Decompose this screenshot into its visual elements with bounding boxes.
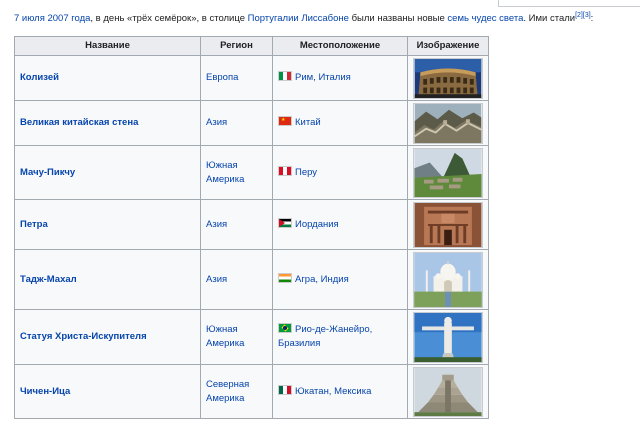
region-cell: Азия: [200, 249, 273, 310]
table-header-row: Название Регион Местоположение Изображен…: [14, 36, 489, 56]
great-wall-image[interactable]: [413, 102, 483, 144]
brazil-flag-icon: [278, 323, 292, 333]
lisbon-link[interactable]: Лиссабоне: [301, 13, 349, 24]
table-row: Мачу-Пикчу Южная Америка Перу: [14, 145, 489, 200]
table-row: Чичен-Ица Северная Америка Юкатан, Мекси…: [14, 364, 489, 419]
region-link[interactable]: Азия: [206, 274, 227, 285]
wonder-name-link[interactable]: Статуя Христа-Искупителя: [20, 331, 147, 342]
location-cell: Агра, Индия: [272, 249, 408, 310]
location-cell: Перу: [272, 145, 408, 200]
reference-link-2[interactable]: [2]: [575, 12, 583, 19]
location-link[interactable]: Иордания: [295, 219, 339, 230]
mexico-flag-icon: [278, 384, 292, 395]
wonder-name-cell: Статуя Христа-Искупителя: [14, 309, 201, 365]
location-link[interactable]: Перу: [295, 167, 317, 178]
wonder-name-link[interactable]: Великая китайская стена: [20, 117, 138, 128]
location-link[interactable]: Рим, Италия: [295, 72, 351, 83]
china-flag-icon: ★: [278, 116, 292, 126]
region-link[interactable]: Южная Америка: [206, 324, 244, 349]
image-cell: [407, 364, 489, 419]
location-cell: ★ Китай: [272, 100, 408, 146]
location-cell: Юкатан, Мексика: [272, 364, 408, 419]
location-link[interactable]: Агра, Индия: [295, 274, 349, 285]
italy-flag-icon: [278, 71, 292, 81]
region-link[interactable]: Азия: [206, 117, 227, 128]
location-link[interactable]: Рио-де-Жанейро, Бразилия: [278, 324, 372, 349]
portugal-link[interactable]: Португалии: [248, 13, 299, 24]
header-location: Местоположение: [272, 36, 408, 56]
header-region: Регион: [200, 36, 273, 56]
intro-text-2: были названы новые: [348, 13, 448, 24]
wonder-name-link[interactable]: Чичен-Ица: [20, 386, 70, 397]
location-cell: Рио-де-Жанейро, Бразилия: [272, 309, 408, 365]
region-cell: Азия: [200, 100, 273, 146]
wonder-name-cell: Колизей: [14, 55, 201, 101]
image-cell: [407, 309, 489, 365]
table-row: Тадж-Махал Азия Агра, Индия: [14, 249, 489, 310]
box-edge-horizontal: [498, 6, 640, 7]
image-cell: [407, 145, 489, 200]
colosseum-image[interactable]: [413, 57, 483, 99]
intro-text-3: . Ими стали: [523, 13, 576, 24]
location-cell: Иордания: [272, 199, 408, 250]
wonder-name-cell: Великая китайская стена: [14, 100, 201, 146]
wonder-name-cell: Тадж-Махал: [14, 249, 201, 310]
table-row: Великая китайская стена Азия ★ Китай: [14, 100, 489, 146]
intro-text-4: :: [590, 13, 594, 24]
wonders-table: Название Регион Местоположение Изображен…: [14, 36, 489, 419]
intro-paragraph: 7 июля 2007 года, в день «трёх семёрок»,…: [14, 12, 634, 26]
machu-picchu-image[interactable]: [413, 147, 483, 198]
location-link[interactable]: Юкатан, Мексика: [295, 386, 371, 397]
date-link[interactable]: 7 июля 2007 года: [14, 13, 90, 24]
region-link[interactable]: Северная Америка: [206, 379, 249, 404]
region-cell: Азия: [200, 199, 273, 250]
wonder-name-link[interactable]: Петра: [20, 219, 48, 230]
india-flag-icon: [278, 272, 292, 283]
region-cell: Северная Америка: [200, 364, 273, 419]
wonder-name-link[interactable]: Тадж-Махал: [20, 274, 77, 285]
wonder-name-cell: Чичен-Ица: [14, 364, 201, 419]
header-name: Название: [14, 36, 201, 56]
wonder-name-link[interactable]: Колизей: [20, 72, 59, 83]
region-link[interactable]: Европа: [206, 72, 238, 83]
image-cell: [407, 199, 489, 250]
image-cell: [407, 100, 489, 146]
intro-text-1: , в день «трёх семёрок», в столице: [90, 13, 248, 24]
table-row: Статуя Христа-Искупителя Южная Америка Р…: [14, 309, 489, 365]
location-link[interactable]: Китай: [295, 117, 321, 128]
table-row: Колизей Европа Рим, Италия: [14, 55, 489, 101]
image-cell: [407, 55, 489, 101]
wonder-name-link[interactable]: Мачу-Пикчу: [20, 167, 75, 178]
region-cell: Южная Америка: [200, 309, 273, 365]
taj-mahal-image[interactable]: [413, 251, 483, 308]
region-link[interactable]: Южная Америка: [206, 160, 244, 185]
region-cell: Южная Америка: [200, 145, 273, 200]
reference-link-3[interactable]: [3]: [583, 12, 591, 19]
region-cell: Европа: [200, 55, 273, 101]
seven-wonders-link[interactable]: семь чудес света: [447, 13, 523, 24]
wonder-name-cell: Мачу-Пикчу: [14, 145, 201, 200]
location-cell: Рим, Италия: [272, 55, 408, 101]
table-row: Петра Азия Иордания: [14, 199, 489, 250]
petra-image[interactable]: [413, 201, 483, 248]
chichen-itza-image[interactable]: [413, 366, 483, 417]
wonder-name-cell: Петра: [14, 199, 201, 250]
header-image: Изображение: [407, 36, 489, 56]
top-box-edge: [0, 0, 640, 8]
christ-redeemer-image[interactable]: [413, 311, 483, 363]
image-cell: [407, 249, 489, 310]
region-link[interactable]: Азия: [206, 219, 227, 230]
peru-flag-icon: [278, 165, 292, 176]
jordan-flag-icon: [278, 217, 292, 228]
